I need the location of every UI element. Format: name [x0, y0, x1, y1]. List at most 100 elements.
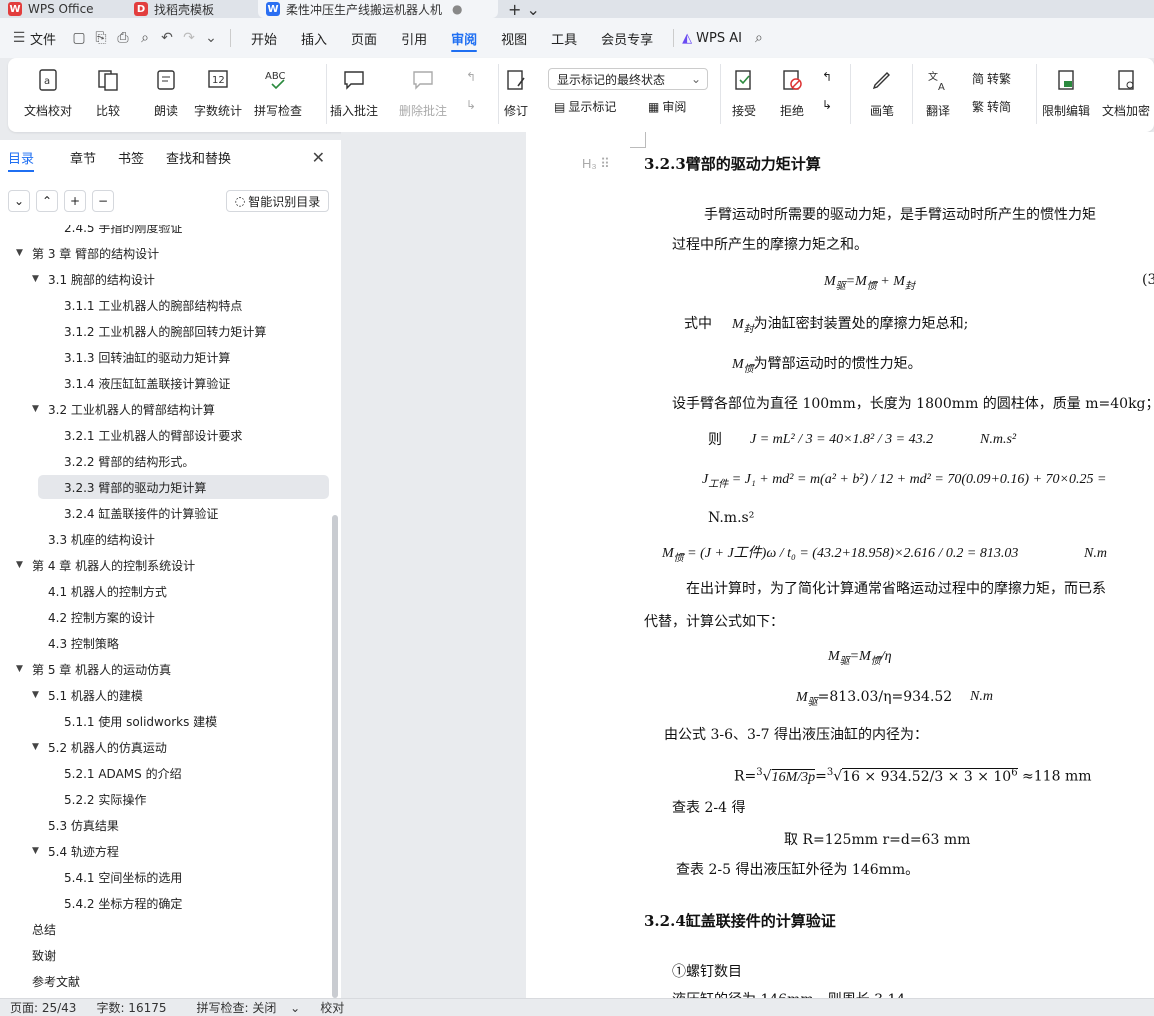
show-markup-button[interactable]: ▤ 显示标记: [554, 98, 616, 115]
toc-item[interactable]: 5.1.1 使用 solidworks 建模: [64, 709, 217, 733]
toc-item[interactable]: 5.3 仿真结果: [48, 813, 119, 837]
toc-expand-arrow-icon[interactable]: ▼: [32, 274, 48, 284]
toc-item[interactable]: 5.4.2 坐标方程的确定: [64, 891, 182, 915]
toc-item[interactable]: 3.3 机座的结构设计: [48, 527, 155, 551]
toc-item[interactable]: 3.1.2 工业机器人的腕部回转力矩计算: [64, 319, 266, 343]
toc-item[interactable]: 4.1 机器人的控制方式: [48, 579, 167, 603]
toc-item[interactable]: ▼ 5.1 机器人的建模: [32, 683, 143, 707]
reject-button[interactable]: 拒绝: [778, 66, 806, 119]
word-count-indicator[interactable]: 字数: 16175: [86, 999, 176, 1016]
toc-item[interactable]: 3.2.1 工业机器人的臂部设计要求: [64, 423, 242, 447]
page-indicator[interactable]: 页面: 25/43: [0, 999, 86, 1016]
redo-icon[interactable]: ↷: [178, 27, 200, 49]
review-pane-button[interactable]: ▦ 审阅: [648, 98, 686, 115]
next-comment-icon[interactable]: ↳: [466, 98, 476, 112]
toc-expand-arrow-icon[interactable]: ▼: [32, 690, 48, 700]
tab-close-icon[interactable]: ●: [452, 2, 462, 16]
tab-chapters[interactable]: 章节: [62, 140, 104, 174]
remove-heading-button[interactable]: −: [92, 190, 114, 212]
prev-change-icon[interactable]: ↰: [822, 70, 832, 84]
toc-item[interactable]: ▼ 5.4 轨迹方程: [32, 839, 119, 863]
toc-expand-arrow-icon[interactable]: ▼: [16, 248, 32, 258]
toc-item[interactable]: ▼ 第 5 章 机器人的运动仿真: [16, 657, 171, 681]
heading-level-icon[interactable]: H₃ ⠿: [582, 154, 610, 174]
toc-item[interactable]: 参考文献: [32, 969, 80, 993]
print-icon[interactable]: ⎙: [112, 27, 134, 49]
more-chevron-icon[interactable]: ⌄: [200, 27, 222, 49]
tab-document[interactable]: W 柔性冲压生产线搬运机器人机 ●: [258, 0, 498, 18]
undo-icon[interactable]: ↶: [156, 27, 178, 49]
smart-toc-button[interactable]: ◌ 智能识别目录: [226, 190, 329, 212]
menu-references[interactable]: 引用: [389, 18, 439, 58]
toc-item[interactable]: 3.2.2 臂部的结构形式。: [64, 449, 194, 473]
toc-item[interactable]: 总结: [32, 917, 56, 941]
toc-item[interactable]: 5.4.1 空间坐标的选用: [64, 865, 182, 889]
toc-item[interactable]: 3.2.3 臂部的驱动力矩计算: [38, 475, 329, 499]
toc-item[interactable]: ▼ 3.1 腕部的结构设计: [32, 267, 155, 291]
toc-expand-arrow-icon[interactable]: ▼: [32, 404, 48, 414]
toc-item[interactable]: 2.4.5 手指的刚度验证: [64, 225, 182, 239]
tab-toc[interactable]: 目录: [0, 140, 42, 174]
toc-item[interactable]: 致谢: [32, 943, 56, 967]
read-aloud-button[interactable]: 朗读: [152, 66, 180, 119]
word-count-button[interactable]: 12 字数统计: [194, 66, 242, 119]
toc-item[interactable]: ▼ 5.2 机器人的仿真运动: [32, 735, 167, 759]
save-icon[interactable]: ▢: [68, 27, 90, 49]
toc-item[interactable]: 3.1.1 工业机器人的腕部结构特点: [64, 293, 242, 317]
close-pane-icon[interactable]: ✕: [312, 148, 325, 167]
toc-expand-arrow-icon[interactable]: ▼: [32, 846, 48, 856]
expand-up-button[interactable]: ⌃: [36, 190, 58, 212]
search-icon[interactable]: ⌕: [748, 27, 770, 49]
pen-button[interactable]: 画笔: [868, 66, 896, 119]
next-change-icon[interactable]: ↳: [822, 98, 832, 112]
toc-scrollbar[interactable]: [332, 515, 338, 998]
collapse-all-button[interactable]: ⌄: [8, 190, 30, 212]
export-icon[interactable]: ⎘: [90, 27, 112, 49]
tab-wps-office[interactable]: W WPS Office: [0, 0, 102, 18]
new-tab-button[interactable]: + ⌄: [508, 0, 540, 19]
tab-find-replace[interactable]: 查找和替换: [158, 140, 239, 174]
hamburger-icon[interactable]: ☰: [8, 27, 30, 49]
toc-item[interactable]: 3.1.4 液压缸缸盖联接计算验证: [64, 371, 230, 395]
menu-page[interactable]: 页面: [339, 18, 389, 58]
prev-comment-icon[interactable]: ↰: [466, 70, 476, 84]
wps-ai-button[interactable]: ◭ WPS AI: [682, 31, 742, 46]
insert-comment-button[interactable]: 插入批注: [330, 66, 378, 119]
encrypt-button[interactable]: 文档加密: [1102, 66, 1150, 119]
proofread-status[interactable]: 校对: [310, 999, 354, 1016]
menu-review[interactable]: 审阅: [439, 18, 489, 58]
toc-expand-arrow-icon[interactable]: ▼: [16, 664, 32, 674]
toc-item[interactable]: ▼ 第 3 章 臂部的结构设计: [16, 241, 159, 265]
toc-item[interactable]: 3.2.4 缸盖联接件的计算验证: [64, 501, 218, 525]
toc-item[interactable]: 4.2 控制方案的设计: [48, 605, 155, 629]
toc-expand-arrow-icon[interactable]: ▼: [16, 560, 32, 570]
compare-button[interactable]: 比较: [94, 66, 122, 119]
translate-button[interactable]: 文 A 翻译: [924, 66, 952, 119]
tab-docer-templates[interactable]: D 找稻壳模板: [126, 0, 222, 18]
restrict-edit-button[interactable]: 限制编辑: [1042, 66, 1090, 119]
toc-expand-arrow-icon[interactable]: ▼: [32, 742, 48, 752]
tab-bookmarks[interactable]: 书签: [110, 140, 152, 174]
toc-item[interactable]: 5.2.1 ADAMS 的介绍: [64, 761, 182, 785]
menu-tools[interactable]: 工具: [539, 18, 589, 58]
spell-check-status[interactable]: 拼写检查: 关闭 ⌄: [177, 999, 311, 1016]
markup-mode-select[interactable]: 显示标记的最终状态 ⌄: [548, 68, 708, 90]
toc-item[interactable]: 4.3 控制策略: [48, 631, 119, 655]
menu-home[interactable]: 开始: [239, 18, 289, 58]
menu-insert[interactable]: 插入: [289, 18, 339, 58]
file-menu[interactable]: 文件: [30, 29, 56, 48]
accept-button[interactable]: 接受: [730, 66, 758, 119]
menu-member[interactable]: 会员专享: [589, 18, 665, 58]
to-simplified-button[interactable]: 繁转简: [972, 98, 1011, 115]
to-traditional-button[interactable]: 简转繁: [972, 70, 1011, 87]
spell-check-button[interactable]: ABC 拼写检查: [254, 66, 302, 119]
menu-view[interactable]: 视图: [489, 18, 539, 58]
toc-item[interactable]: 5.2.2 实际操作: [64, 787, 146, 811]
delete-comment-button[interactable]: 删除批注: [399, 66, 447, 119]
proofread-button[interactable]: a 文档校对: [24, 66, 72, 119]
toc-item[interactable]: ▼ 3.2 工业机器人的臂部结构计算: [32, 397, 215, 421]
toc-item[interactable]: ▼ 第 4 章 机器人的控制系统设计: [16, 553, 195, 577]
toc-item[interactable]: 3.1.3 回转油缸的驱动力矩计算: [64, 345, 230, 369]
print-preview-icon[interactable]: ⌕: [134, 27, 156, 49]
add-heading-button[interactable]: +: [64, 190, 86, 212]
